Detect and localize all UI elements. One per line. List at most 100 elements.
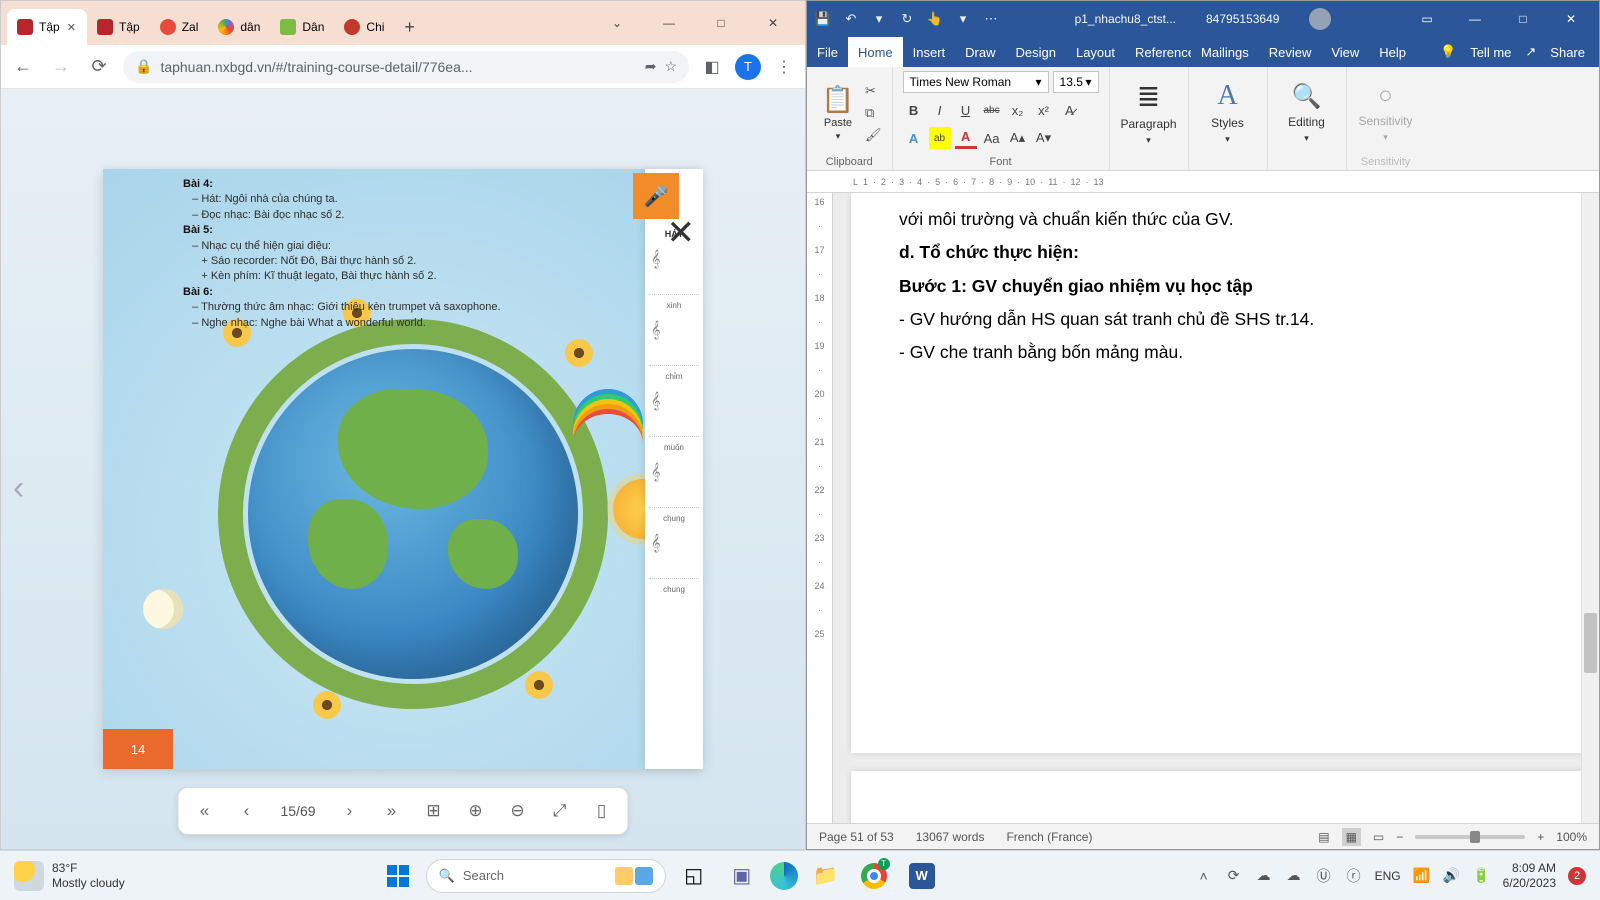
superscript-button[interactable]: x²: [1033, 99, 1055, 121]
tab-design[interactable]: Design: [1006, 37, 1066, 67]
format-painter-button[interactable]: 🖌: [865, 127, 882, 143]
zoom-in-button[interactable]: +: [1537, 830, 1544, 844]
subscript-button[interactable]: x₂: [1007, 99, 1029, 121]
save-button[interactable]: 💾: [813, 9, 833, 29]
next-page-button[interactable]: ›: [338, 799, 362, 823]
tab-1[interactable]: Tập: [87, 9, 150, 45]
scrollbar-thumb[interactable]: [1584, 613, 1597, 673]
font-color-button[interactable]: A: [955, 127, 977, 149]
taskbar-app-explorer[interactable]: 📁: [806, 856, 846, 896]
tab-review[interactable]: Review: [1259, 37, 1322, 67]
close-window-button[interactable]: ✕: [1549, 4, 1593, 34]
tellme-icon[interactable]: 💡: [1440, 44, 1456, 60]
new-tab-button[interactable]: +: [394, 9, 425, 45]
shrink-font-button[interactable]: A▾: [1033, 127, 1055, 149]
copy-button[interactable]: ⧉: [865, 105, 882, 121]
taskbar-app-word[interactable]: W: [902, 856, 942, 896]
view-print-button[interactable]: ▦: [1342, 828, 1361, 846]
zoom-out-button[interactable]: ⊖: [506, 799, 530, 823]
vertical-ruler[interactable]: 16·17·18·19·20·21·22·23·24·25: [807, 193, 833, 823]
qat-dropdown[interactable]: ▾: [869, 9, 889, 29]
battery-icon[interactable]: 🔋: [1473, 867, 1491, 885]
tab-references[interactable]: References: [1125, 37, 1191, 67]
editing-button[interactable]: 🔍Editing▾: [1278, 82, 1336, 144]
undo-button[interactable]: ↶: [841, 9, 861, 29]
zoom-out-button[interactable]: −: [1396, 830, 1403, 844]
bookmark-icon[interactable]: ☆: [664, 58, 677, 75]
back-button[interactable]: ←: [9, 53, 37, 81]
page-indicator[interactable]: Page 51 of 53: [819, 830, 894, 844]
font-name-select[interactable]: Times New Roman▾: [903, 71, 1049, 93]
chrome-menu-button[interactable]: ⋮: [771, 54, 797, 80]
word-count[interactable]: 13067 words: [916, 830, 985, 844]
tab-draw[interactable]: Draw: [955, 37, 1005, 67]
tab-0[interactable]: Tập ✕: [7, 9, 87, 45]
grow-font-button[interactable]: A▴: [1007, 127, 1029, 149]
share-icon[interactable]: ➦: [645, 58, 657, 75]
share-button[interactable]: Share: [1550, 45, 1585, 60]
minimize-button[interactable]: —: [1453, 4, 1497, 34]
close-window-button[interactable]: ✕: [747, 4, 799, 42]
grid-view-button[interactable]: ⊞: [422, 799, 446, 823]
italic-button[interactable]: I: [929, 99, 951, 121]
view-read-button[interactable]: ▤: [1318, 830, 1329, 844]
account-avatar-icon[interactable]: [1309, 8, 1331, 30]
doc-line[interactable]: với môi trường và chuẩn kiến thức của GV…: [899, 203, 1565, 236]
page-indicator[interactable]: 15/69: [276, 803, 319, 819]
paragraph-button[interactable]: ≣Paragraph▾: [1120, 80, 1178, 146]
profile-button[interactable]: T: [735, 54, 761, 80]
bold-button[interactable]: B: [903, 99, 925, 121]
document-canvas[interactable]: với môi trường và chuẩn kiến thức của GV…: [833, 193, 1599, 823]
task-view-button[interactable]: ◱: [674, 856, 714, 896]
single-page-button[interactable]: ▯: [590, 799, 614, 823]
close-icon[interactable]: ✕: [66, 20, 77, 34]
cut-button[interactable]: ✂: [865, 83, 882, 99]
start-button[interactable]: [378, 856, 418, 896]
maximize-button[interactable]: □: [1501, 4, 1545, 34]
fit-button[interactable]: ⤢: [548, 799, 572, 823]
qat-dropdown-2[interactable]: ▾: [953, 9, 973, 29]
address-bar[interactable]: 🔒 taphuan.nxbgd.vn/#/training-course-det…: [123, 51, 689, 83]
text-effects-button[interactable]: A: [903, 127, 925, 149]
tray-language[interactable]: ENG: [1375, 869, 1401, 883]
wifi-icon[interactable]: 📶: [1413, 867, 1431, 885]
highlight-button[interactable]: ab: [929, 127, 951, 149]
taskbar-app-chrome[interactable]: T: [854, 856, 894, 896]
tab-2[interactable]: Zal: [150, 9, 209, 45]
document-page-next[interactable]: [851, 771, 1599, 823]
taskbar-search[interactable]: 🔍 Search: [426, 859, 666, 893]
touch-mode-button[interactable]: 👆: [925, 9, 945, 29]
tab-insert[interactable]: Insert: [903, 37, 956, 67]
paste-button[interactable]: 📋 Paste ▾: [817, 84, 859, 142]
redo-button[interactable]: ↻: [897, 9, 917, 29]
doc-line[interactable]: - GV che tranh bằng bốn mảng màu.: [899, 336, 1565, 369]
tab-view[interactable]: View: [1321, 37, 1369, 67]
taskbar-clock[interactable]: 8:09 AM 6/20/2023: [1503, 861, 1556, 890]
notification-button[interactable]: 2: [1568, 867, 1586, 885]
tray-overflow-button[interactable]: ˄: [1195, 867, 1213, 885]
first-page-button[interactable]: «: [192, 799, 216, 823]
document-page[interactable]: với môi trường và chuẩn kiến thức của GV…: [851, 193, 1599, 753]
zoom-level[interactable]: 100%: [1556, 830, 1587, 844]
forward-button[interactable]: →: [47, 53, 75, 81]
prev-page-button[interactable]: ‹: [234, 799, 258, 823]
zoom-slider[interactable]: [1415, 835, 1525, 839]
tab-layout[interactable]: Layout: [1066, 37, 1125, 67]
doc-line[interactable]: d. Tổ chức thực hiện:: [899, 236, 1565, 269]
ribbon-options-button[interactable]: ▭: [1405, 4, 1449, 34]
tab-search-button[interactable]: ⌄: [591, 4, 643, 42]
horizontal-ruler[interactable]: L 1 · 2 · 3 · 4 · 5 · 6 · 7 · 8 · 9 · 10…: [807, 171, 1599, 193]
tray-u-icon[interactable]: Ⓤ: [1315, 867, 1333, 885]
taskbar-app-chat[interactable]: ▣: [722, 856, 762, 896]
tab-file[interactable]: File: [807, 37, 848, 67]
volume-icon[interactable]: 🔊: [1443, 867, 1461, 885]
last-page-button[interactable]: »: [380, 799, 404, 823]
maximize-button[interactable]: □: [695, 4, 747, 42]
minimize-button[interactable]: —: [643, 4, 695, 42]
language-indicator[interactable]: French (France): [1006, 830, 1092, 844]
change-case-button[interactable]: Aa: [981, 127, 1003, 149]
taskbar-app-edge[interactable]: [770, 862, 798, 890]
tray-r-icon[interactable]: ⓡ: [1345, 867, 1363, 885]
view-web-button[interactable]: ▭: [1373, 830, 1384, 844]
tab-mailings[interactable]: Mailings: [1191, 37, 1259, 67]
